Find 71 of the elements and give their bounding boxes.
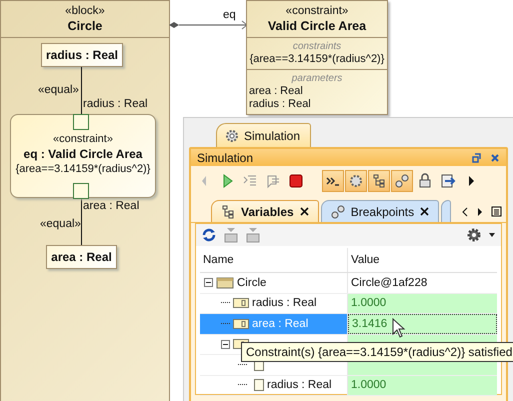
breakpoints-icon (330, 204, 345, 218)
value-property-icon (233, 318, 249, 329)
settings-icon[interactable] (466, 227, 482, 243)
constraint-name: eq : Valid Circle Area (22, 147, 144, 162)
block-name: Circle (66, 19, 104, 34)
connector-stereotype: «equal» (38, 84, 79, 96)
part-box: area : Real (46, 245, 117, 269)
port-label: area : Real (83, 200, 140, 212)
stereotype-label: «constraint» (52, 132, 114, 147)
variable-value: 3.1416 (348, 314, 497, 334)
compartment-heading: parameters (290, 72, 344, 85)
tree-icon (371, 173, 387, 189)
tree-icon (221, 204, 235, 218)
gear-button[interactable] (345, 170, 367, 192)
console-button[interactable] (322, 170, 344, 192)
stereotype-label: «constraint» (284, 4, 350, 19)
tree-row[interactable]: area : Real 3.1416 (200, 314, 497, 334)
variable-value: Circle@1af228 (350, 276, 428, 291)
restore-icon[interactable] (471, 152, 481, 162)
tree-row[interactable]: radius : Real 1.0000 (200, 294, 497, 314)
variable-value: 1.0000 (348, 294, 497, 313)
block-name: Valid Circle Area (266, 19, 368, 34)
variable-name: area : Real (252, 318, 308, 330)
port-label: radius : Real (83, 98, 148, 110)
association-label: eq (223, 9, 236, 21)
connector-stereotype: «equal» (40, 218, 81, 230)
close-icon[interactable] (420, 207, 430, 216)
constraint-expression: {area==3.14159*(radius^2)} (249, 53, 385, 66)
simulation-tab[interactable]: Simulation (216, 123, 312, 148)
refresh-icon[interactable] (201, 227, 217, 243)
right-arrow-icon[interactable] (476, 206, 484, 216)
value-property-icon (233, 298, 249, 308)
collapse-toggle-icon[interactable] (221, 340, 230, 349)
breakpoints-icon (394, 173, 410, 189)
close-icon[interactable] (300, 207, 309, 216)
variable-name: radius : Real (267, 379, 332, 392)
collapse-icon[interactable] (223, 227, 239, 243)
gear-icon (348, 173, 364, 189)
gear-icon (225, 129, 239, 143)
variable-value: 1.0000 (348, 376, 497, 395)
tab-label: Simulation (244, 129, 300, 143)
compartment-heading: constraints (292, 40, 342, 53)
column-header[interactable]: Value (348, 248, 497, 272)
tree-row[interactable]: radius : Real 1.0000 (200, 376, 497, 396)
port (73, 114, 89, 130)
tooltip: Constraint(s) {area==3.14159*(radius^2)} satisfied. (241, 342, 513, 362)
parameter-icon (254, 379, 264, 392)
step-over-icon (265, 173, 281, 189)
lock-icon (417, 173, 433, 189)
port (73, 183, 89, 199)
view-tab[interactable]: Variables (211, 200, 319, 222)
constraint-expression: {area==3.14159*(radius^2)} (14, 162, 152, 177)
breakpoints-button[interactable] (391, 170, 413, 192)
stereotype-label: «block» (64, 4, 106, 19)
collapse-toggle-icon[interactable] (204, 278, 213, 288)
tree-button[interactable] (368, 170, 390, 192)
stop-icon (288, 173, 304, 189)
variable-name: Circle (237, 276, 266, 289)
block-icon (216, 276, 234, 289)
expand-icon[interactable] (245, 227, 261, 243)
mouse-cursor-icon (392, 318, 406, 338)
dropdown-caret-icon[interactable] (488, 232, 496, 238)
parameter-label: radius : Real (249, 98, 312, 111)
view-tab[interactable]: Breakpoints (320, 200, 440, 222)
list-icon[interactable] (491, 206, 502, 217)
parameter-label: area : Real (249, 85, 304, 98)
part-box: radius : Real (41, 43, 123, 67)
column-header[interactable]: Name (200, 248, 348, 272)
panel-title: Simulation (197, 150, 254, 164)
variable-name: radius : Real (252, 297, 317, 310)
export-icon (440, 173, 456, 189)
